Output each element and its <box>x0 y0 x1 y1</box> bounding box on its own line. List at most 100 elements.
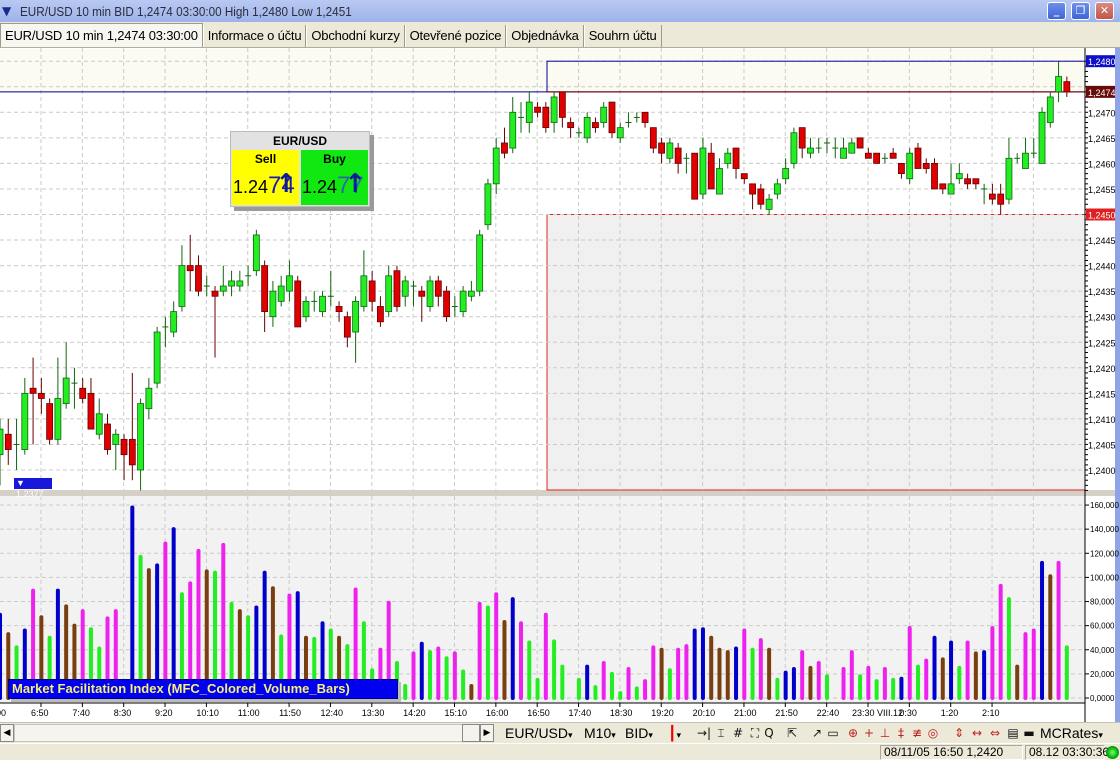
time-tick-label: 8:30 <box>114 708 132 718</box>
price-chart[interactable]: 1,2400 1,2405 1,2410 1,2415 1,2420 1,2425 1,24… <box>0 0 1120 760</box>
time-tick-label: 9:20 <box>155 708 173 718</box>
candle-bullish <box>955 173 963 180</box>
candle-bullish <box>807 147 814 154</box>
volume-tick-label: 160,000 <box>1090 501 1119 510</box>
trendline-icon[interactable]: ↗ <box>810 725 824 742</box>
time-tick-label: 18:30 <box>610 708 633 718</box>
candle-bearish <box>658 142 665 154</box>
buy-button[interactable]: Buy 1.2477 ↑ <box>301 150 368 205</box>
candle-bearish <box>558 91 566 118</box>
vertical-line-icon[interactable]: + <box>862 725 876 742</box>
horizontal-scrollbar[interactable] <box>14 724 478 742</box>
candle-bearish <box>592 122 599 129</box>
candle-bearish <box>972 178 980 185</box>
cursor-icon[interactable]: ⇱ <box>785 725 799 742</box>
candle-bullish <box>252 234 260 272</box>
grid-icon[interactable]: # <box>731 725 745 742</box>
candle-bullish <box>616 127 624 139</box>
price-tick-label: 1,2465 <box>1088 134 1116 144</box>
time-tick-label: 21:50 <box>775 708 798 718</box>
cursor-readout: 08/11/05 16:50 1,2420 <box>880 745 1023 760</box>
channel-icon[interactable]: ‡ <box>894 725 908 742</box>
candle-bullish <box>95 413 103 435</box>
properties-icon[interactable]: ▤ <box>1006 725 1020 742</box>
candle-bullish <box>509 111 517 149</box>
horizontal-line-icon[interactable]: ⊥ <box>878 725 892 742</box>
time-tick-label: 14:20 <box>403 708 426 718</box>
candle-bullish <box>360 275 368 307</box>
side-dropdown[interactable]: BID▾ <box>625 725 653 742</box>
candle-bearish <box>567 122 575 129</box>
candle-bullish <box>476 234 484 292</box>
time-tick-label: 0:30 <box>899 708 917 718</box>
fibonacci-icon[interactable]: ≢ <box>910 725 924 742</box>
candle-bullish <box>62 377 70 404</box>
candle-bullish <box>1046 96 1054 123</box>
candle-bearish <box>997 193 1005 205</box>
scroll-right-button[interactable]: ▶ <box>480 724 494 742</box>
candle-bullish <box>782 168 790 180</box>
candle-bullish <box>716 168 723 195</box>
price-tick-label: 1,2460 <box>1088 159 1116 169</box>
time-tick-label: 21:00 <box>734 708 757 718</box>
crosshair-icon[interactable]: ⛶ <box>748 725 762 742</box>
end-icon[interactable]: →| <box>697 725 711 742</box>
sell-price-prefix: 1.24 <box>233 177 269 197</box>
candle-bearish <box>641 111 649 123</box>
volume-tick-label: 80,000 <box>1090 598 1115 607</box>
time-tick-label: 20:10 <box>693 708 716 718</box>
candle-bullish <box>840 147 847 159</box>
candle-bearish <box>294 280 302 328</box>
price-marker-label: 1,2474 <box>1088 88 1116 98</box>
candle-bearish <box>29 387 37 394</box>
scrollbar-thumb[interactable] <box>462 724 480 742</box>
symbol-dropdown[interactable]: EUR/USD▾ <box>505 725 573 742</box>
candle-bearish <box>989 193 996 200</box>
price-tick-label: 1,2470 <box>1088 108 1116 118</box>
candle-bullish <box>765 198 773 210</box>
time-tick-label: 7:40 <box>72 708 90 718</box>
chart-toolbar: ◀ ▶ EUR/USD▾ M10▾ BID▾ ┃▾ →| ⌶ # ⛶ Q ⇱ ↗ ▭ ⊕ + ⊥ ‡ ≢… <box>0 722 1120 743</box>
sell-label: Sell <box>254 152 277 166</box>
fit-icon[interactable]: ⇔ <box>988 725 1002 742</box>
candle-bullish <box>145 387 153 410</box>
refresh-icon[interactable]: ◎ <box>926 725 940 742</box>
widget-pair: EUR/USD <box>272 134 327 148</box>
chart-type-dropdown[interactable]: ┃▾ <box>668 725 681 742</box>
candle-bullish <box>1005 157 1013 200</box>
source-dropdown[interactable]: MCRates▾ <box>1040 725 1103 742</box>
quote-icon[interactable]: Q <box>762 725 776 742</box>
candle-bullish <box>178 265 186 307</box>
vertical-zoom-icon[interactable]: ⇕ <box>952 725 966 742</box>
pane-splitter <box>0 490 1115 496</box>
candle-bullish <box>153 331 161 384</box>
zoom-in-icon[interactable]: ⊕ <box>846 725 860 742</box>
time-tick-label: 12:40 <box>320 708 343 718</box>
buy-price-prefix: 1.24 <box>302 177 338 197</box>
color-icon[interactable]: ▬ <box>1022 725 1036 742</box>
candle-bullish <box>277 285 285 302</box>
candle-bearish <box>757 188 765 205</box>
up-arrow-icon: ↑ <box>275 169 297 199</box>
volume-pane <box>0 496 1085 703</box>
scroll-left-button[interactable]: ◀ <box>0 724 14 742</box>
rectangle-icon[interactable]: ▭ <box>826 725 840 742</box>
low-price-value: 1,2377 <box>16 489 44 499</box>
candle-bearish <box>368 280 376 302</box>
time-tick-label: 11:50 <box>279 708 301 718</box>
candle-bullish <box>467 290 475 297</box>
candle-bearish <box>798 127 806 149</box>
chevron-down-icon: ▾ <box>676 730 681 740</box>
zoom-fit-icon[interactable]: ⌶ <box>714 725 728 742</box>
sell-button[interactable]: Sell 1.2474 ↑ <box>232 150 299 205</box>
time-tick-label: 10:10 <box>196 708 219 718</box>
period-dropdown[interactable]: M10▾ <box>584 725 616 742</box>
candle-bearish <box>889 152 897 159</box>
time-tick-label: 19:20 <box>651 708 674 718</box>
candle-bearish <box>104 423 111 450</box>
candle-bullish <box>790 132 798 164</box>
source-value: MCRates <box>1040 725 1099 741</box>
candle-bullish <box>236 280 244 287</box>
horizontal-zoom-icon[interactable]: ↔ <box>970 725 984 742</box>
time-tick-label: 1:20 <box>941 708 959 718</box>
